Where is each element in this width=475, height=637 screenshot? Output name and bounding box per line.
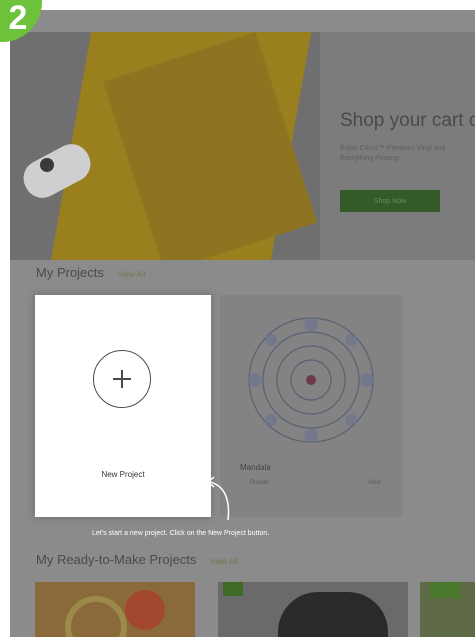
- hero-shop-button[interactable]: Shop Now: [340, 190, 440, 212]
- mandala-thumbnail: [248, 317, 374, 443]
- curved-arrow-icon: [206, 476, 230, 521]
- ready-project-thumbnail[interactable]: [218, 582, 408, 637]
- ready-to-make-heading: My Ready-to-Make Projects View All: [36, 552, 238, 567]
- hero-image: [10, 32, 320, 260]
- my-projects-title: My Projects: [36, 265, 104, 280]
- my-projects-heading: My Projects View All: [36, 265, 145, 280]
- app-canvas: Shop your cart o Enjoy Cricut™ Premium V…: [10, 10, 475, 637]
- project-privacy: Private: [250, 480, 269, 486]
- ready-project-thumbnail[interactable]: [420, 582, 475, 637]
- hero-subtitle: Enjoy Cricut™ Premium Vinyl and Everythi…: [340, 145, 446, 162]
- hero-title: Shop your cart o: [340, 110, 475, 131]
- ready-to-make-view-all-link[interactable]: View All: [210, 557, 238, 566]
- hero-banner[interactable]: Shop your cart o Enjoy Cricut™ Premium V…: [10, 32, 475, 260]
- ready-project-thumbnail[interactable]: [35, 582, 195, 637]
- ready-to-make-title: My Ready-to-Make Projects: [36, 552, 197, 567]
- step-number: 2: [8, 0, 28, 37]
- new-project-label: New Project: [101, 470, 145, 479]
- new-project-card[interactable]: New Project: [35, 295, 211, 517]
- plus-circle-icon[interactable]: [93, 350, 151, 408]
- project-card-mandala[interactable]: Mandala Private View: [220, 295, 402, 517]
- tutorial-instruction: Let's start a new project. Click on the …: [92, 530, 270, 537]
- project-name: Mandala: [240, 463, 271, 472]
- step-badge: 2: [0, 0, 42, 42]
- my-projects-view-all-link[interactable]: View All: [118, 270, 146, 279]
- project-view-link[interactable]: View: [368, 480, 381, 486]
